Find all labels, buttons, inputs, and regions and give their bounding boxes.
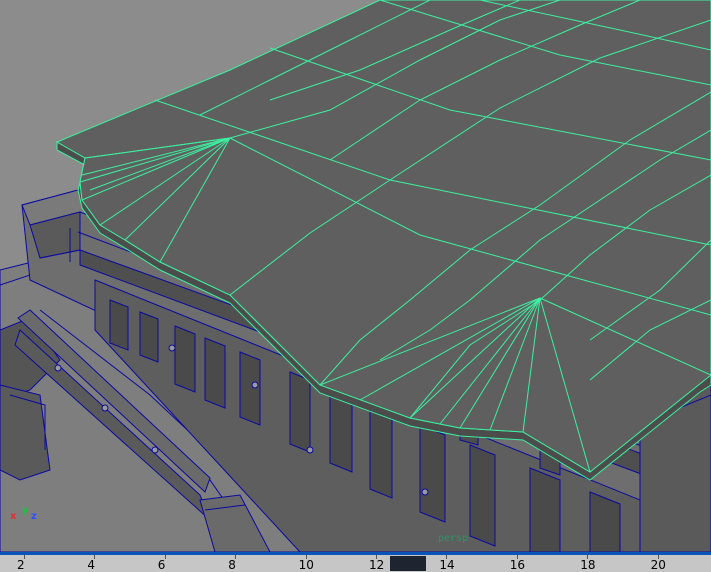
timeline-tick-label: 8 [228, 558, 236, 572]
scene-canvas[interactable] [0, 0, 711, 552]
timeline-tick-label: 14 [439, 558, 455, 572]
time-slider[interactable]: 2 4 6 8 10 12 14 16 18 20 [0, 552, 711, 572]
axis-x-label: x [10, 511, 17, 522]
perspective-viewport[interactable]: x y z persp [0, 0, 711, 552]
timeline-tick-label: 16 [509, 558, 526, 572]
camera-label: persp [438, 533, 469, 544]
axis-z-label: z [31, 511, 37, 522]
current-frame-marker[interactable] [390, 556, 426, 571]
timeline-tick-label: 10 [298, 558, 314, 572]
axis-y-label: y [22, 505, 29, 516]
axis-indicator: x y z [8, 505, 42, 527]
timeline-tick-label: 18 [580, 558, 596, 572]
timeline-tick-label: 2 [17, 558, 25, 572]
timeline-tick-label: 6 [157, 558, 166, 572]
timeline-tick-label: 4 [87, 558, 96, 572]
timeline-tick-label: 12 [369, 558, 385, 572]
timeline-tick-label: 20 [650, 558, 666, 572]
